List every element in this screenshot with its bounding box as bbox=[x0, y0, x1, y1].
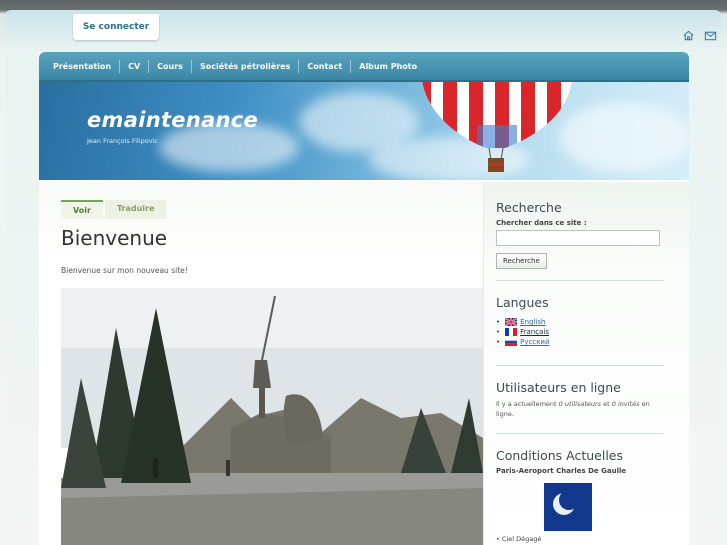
lang-link-francais[interactable]: Français bbox=[520, 328, 549, 336]
lang-item-francais: Français bbox=[496, 328, 664, 336]
page: Présentation CV Cours Sociétés pétrolièr… bbox=[39, 52, 689, 545]
weather-condition: • Ciel Dégagé bbox=[496, 535, 542, 543]
main-content: Voir Traduire Bienvenue Bienvenue sur mo… bbox=[39, 182, 483, 545]
search-title: Recherche bbox=[496, 200, 562, 215]
weather-location: Paris-Aeroport Charles De Gaulle bbox=[496, 467, 627, 475]
divider bbox=[496, 280, 664, 281]
nav-item-cours[interactable]: Cours bbox=[149, 59, 192, 73]
tab-voir[interactable]: Voir bbox=[61, 200, 103, 219]
search-input[interactable] bbox=[496, 230, 660, 246]
divider bbox=[496, 365, 664, 366]
home-icon[interactable] bbox=[682, 27, 695, 41]
hot-air-balloon-image bbox=[422, 82, 572, 172]
mail-icon[interactable] bbox=[704, 27, 717, 41]
online-users-block: Utilisateurs en ligne Il y a actuellemen… bbox=[496, 380, 664, 419]
france-flag-icon bbox=[505, 328, 518, 336]
site-name[interactable]: emaintenance bbox=[87, 108, 258, 132]
banner: emaintenance Jean François Filipovic bbox=[39, 82, 689, 180]
main-nav: Présentation CV Cours Sociétés pétrolièr… bbox=[39, 52, 689, 82]
search-block: Recherche Chercher dans ce site : Recher… bbox=[496, 200, 664, 269]
search-label: Chercher dans ce site : bbox=[496, 219, 587, 227]
search-button[interactable]: Recherche bbox=[496, 253, 547, 269]
lang-item-russian: Русский bbox=[496, 338, 664, 346]
uk-flag-icon bbox=[505, 318, 518, 326]
nav-item-contact[interactable]: Contact bbox=[299, 59, 352, 73]
languages-title: Langues bbox=[496, 295, 549, 310]
lang-link-russian[interactable]: Русский bbox=[520, 338, 549, 346]
nav-item-presentation[interactable]: Présentation bbox=[45, 59, 121, 73]
languages-block: Langues English Français Русский bbox=[496, 295, 664, 348]
weather-block: Conditions Actuelles Paris-Aeroport Char… bbox=[496, 448, 664, 478]
online-users-title: Utilisateurs en ligne bbox=[496, 380, 621, 395]
intro-text: Bienvenue sur mon nouveau site! bbox=[61, 266, 188, 275]
sidebar: Recherche Chercher dans ce site : Recher… bbox=[483, 182, 689, 545]
page-title: Bienvenue bbox=[61, 226, 168, 250]
divider bbox=[496, 433, 664, 434]
tab-traduire[interactable]: Traduire bbox=[104, 200, 167, 219]
moon-icon bbox=[544, 483, 592, 531]
nav-item-cv[interactable]: CV bbox=[120, 59, 150, 73]
top-icons bbox=[682, 27, 717, 41]
content-tabs: Voir Traduire bbox=[61, 200, 167, 219]
online-users-text: Il y a actuellement 0 utilisateurs et 0 … bbox=[496, 400, 650, 418]
nav-item-societes-petrolieres[interactable]: Sociétés pétrolières bbox=[192, 59, 300, 73]
nav-item-album-photo[interactable]: Album Photo bbox=[351, 60, 425, 73]
russia-flag-icon bbox=[505, 338, 518, 346]
login-tab[interactable]: Se connecter bbox=[73, 14, 159, 40]
weather-title: Conditions Actuelles bbox=[496, 448, 624, 463]
lang-link-english[interactable]: English bbox=[520, 318, 545, 326]
lang-item-english: English bbox=[496, 318, 664, 326]
memorial-photo bbox=[61, 288, 483, 545]
site-slogan: Jean François Filipovic bbox=[87, 137, 158, 145]
